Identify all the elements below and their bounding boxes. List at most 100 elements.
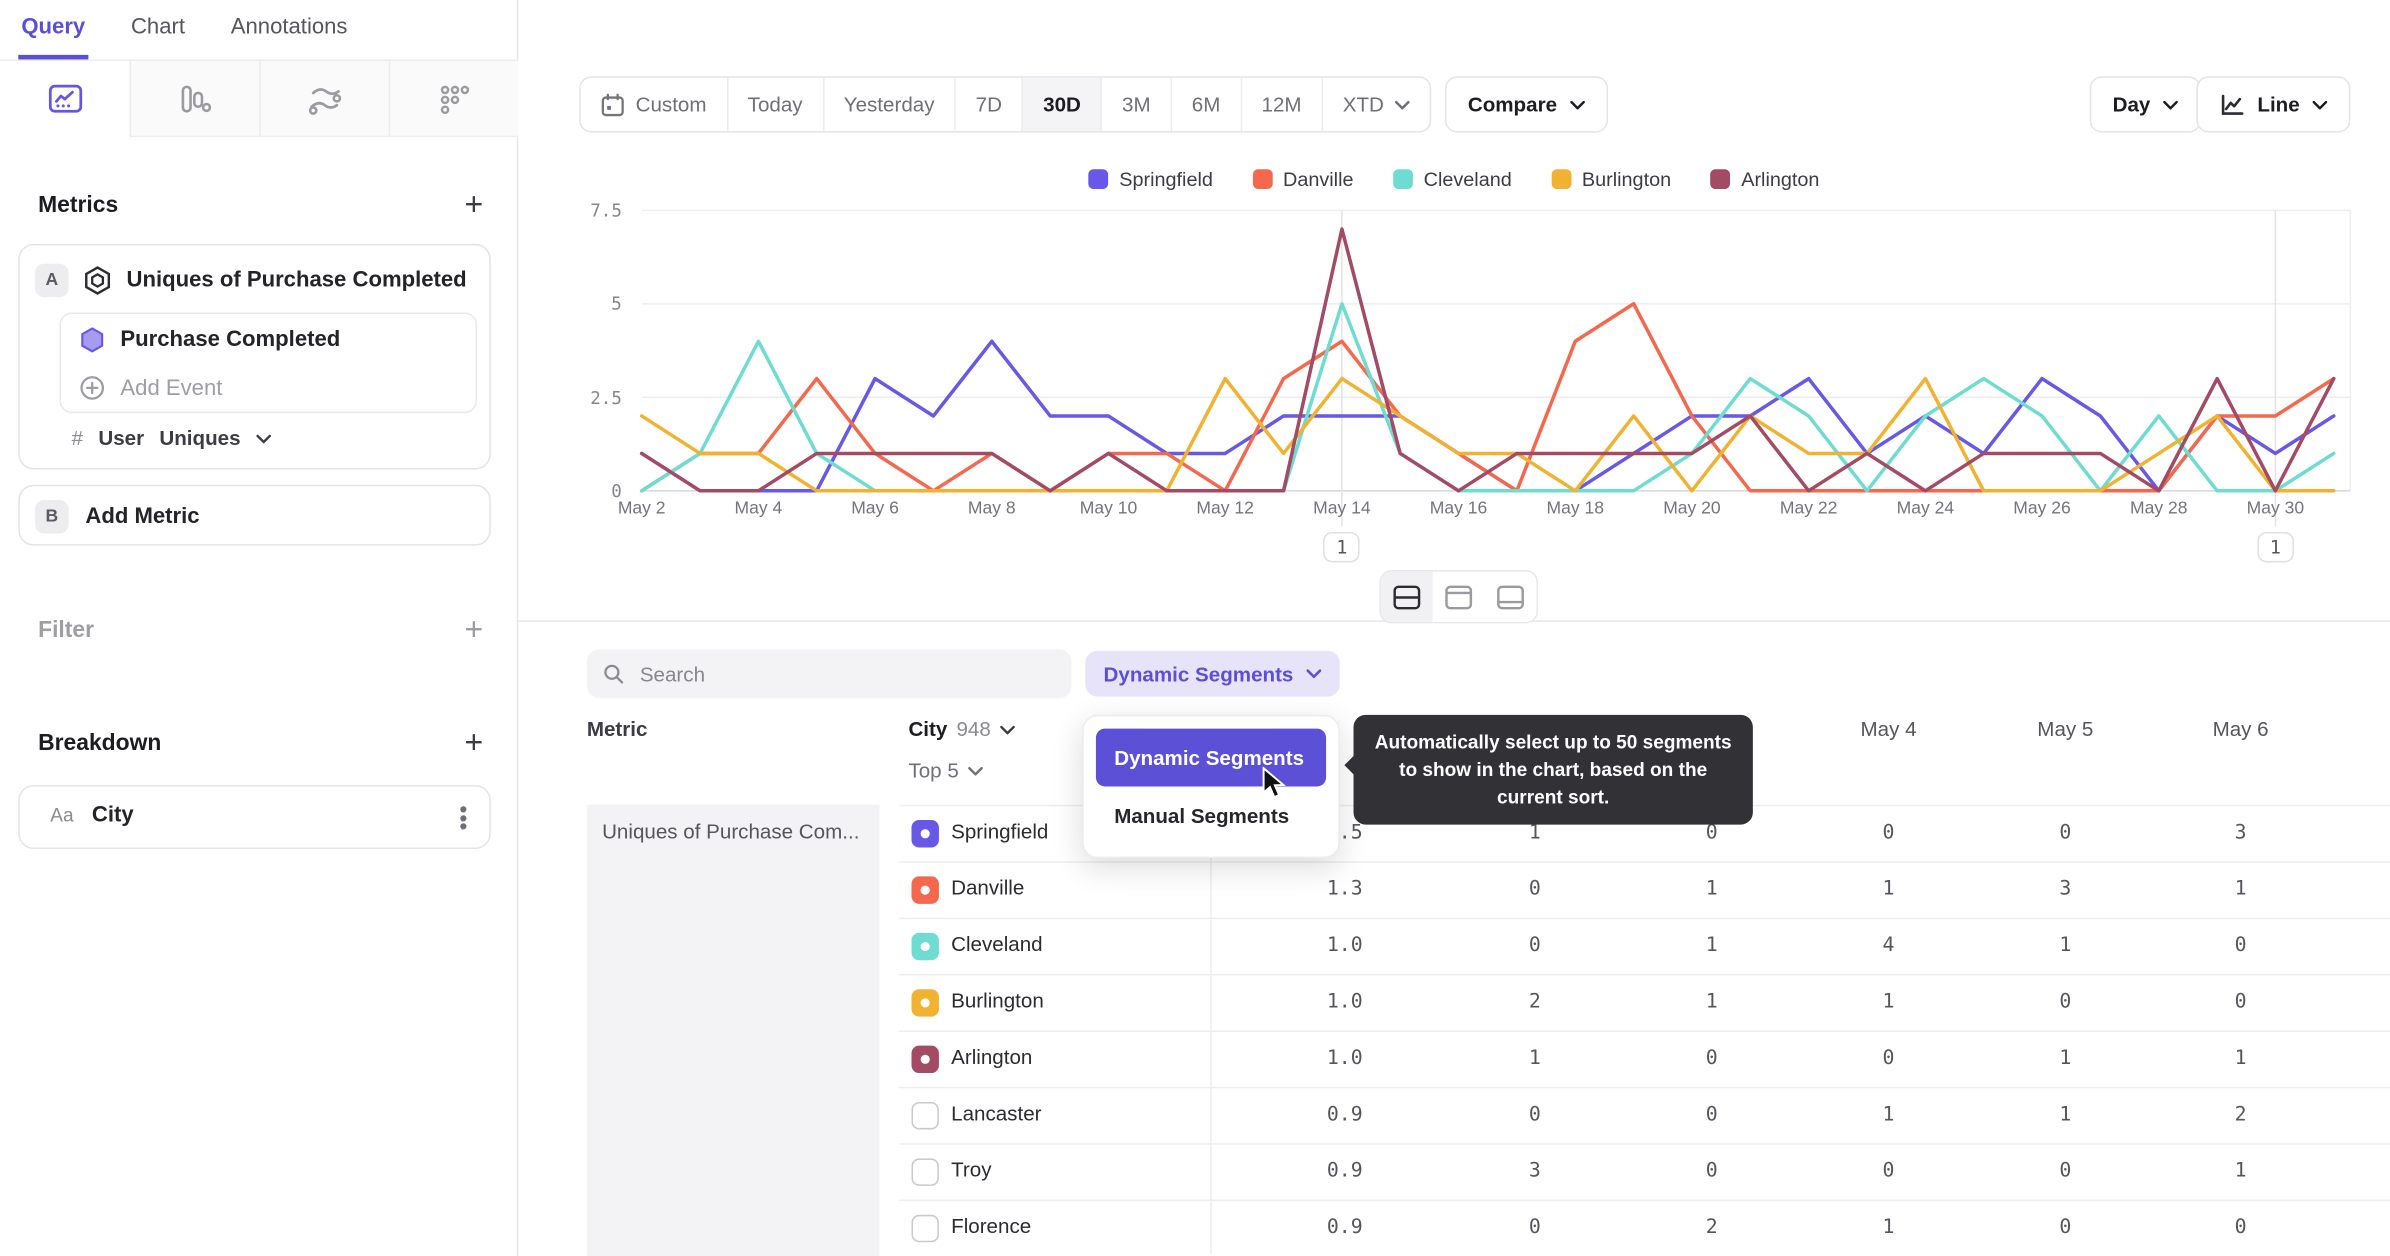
legend-label: Arlington — [1741, 167, 1820, 191]
cell-value: 3 — [2059, 877, 2072, 901]
kebab-menu-icon[interactable]: • • • — [453, 799, 474, 839]
cell-value: 1 — [1882, 990, 1895, 1014]
cell-value: 1 — [2059, 934, 2072, 958]
segment-checkbox-checked[interactable] — [911, 820, 939, 848]
metric-card-a[interactable]: A Uniques of Purchase Completed Purchase… — [18, 243, 491, 470]
metric-b-badge: B — [35, 499, 69, 534]
search-input[interactable] — [636, 660, 1057, 687]
segment-table-rows: Springfield 1.5 1 0 0 0 3 Danville 1.3 0 1 1 3 1 Cleve… — [899, 804, 2390, 1256]
date-range-12m[interactable]: 12M — [1242, 77, 1323, 132]
cell-value: 1 — [2234, 1159, 2247, 1183]
breakdown-card-city[interactable]: Aa City • • • — [18, 784, 491, 849]
legend-label: Danville — [1283, 167, 1354, 191]
table-row-lancaster: Lancaster 0.9 0 0 1 1 2 — [899, 1088, 2390, 1145]
date-range-7d[interactable]: 7D — [956, 77, 1024, 132]
city-header-name: City — [908, 717, 948, 741]
event-card: Purchase Completed Add Event — [59, 312, 478, 414]
metric-card-b[interactable]: B Add Metric — [18, 484, 491, 546]
chart-type-flow-tab[interactable] — [259, 60, 389, 138]
segment-checkbox-checked[interactable] — [911, 876, 939, 904]
measure-row[interactable]: # User Uniques — [72, 427, 271, 450]
cell-value: 0 — [2234, 1216, 2247, 1240]
legend-item-burlington[interactable]: Burlington — [1551, 168, 1671, 191]
date-range-today[interactable]: Today — [728, 77, 824, 132]
annotation-badge[interactable]: 1 — [1323, 531, 1361, 563]
chart-style-label: Line — [2257, 92, 2300, 116]
menu-item-manual-segments[interactable]: Manual Segments — [1096, 787, 1326, 845]
legend-item-cleveland[interactable]: Cleveland — [1393, 168, 1512, 191]
cell-value: 1 — [1705, 990, 1718, 1014]
date-range-yesterday[interactable]: Yesterday — [824, 77, 956, 132]
cell-value: 1 — [1528, 1047, 1541, 1071]
series-arlington — [639, 227, 2336, 493]
chart-style-button[interactable]: Line — [2196, 76, 2351, 133]
bottom-bar-view-icon — [1497, 584, 1524, 609]
chart-type-line-tab[interactable] — [0, 60, 130, 138]
compare-button[interactable]: Compare — [1444, 76, 1608, 133]
add-event-row[interactable]: Add Event — [79, 375, 222, 401]
segment-checkbox-unchecked[interactable] — [911, 1214, 939, 1243]
layout-split-button[interactable] — [1380, 571, 1433, 622]
granularity-button[interactable]: Day — [2089, 76, 2201, 133]
add-metric-label: Add Metric — [85, 504, 200, 529]
table-row-florence: Florence 0.9 0 2 1 0 0 — [899, 1201, 2390, 1256]
search-icon — [604, 664, 624, 684]
annotation-badge[interactable]: 1 — [2257, 531, 2294, 563]
cell-value: 0 — [1705, 1103, 1718, 1127]
date-range-6m[interactable]: 6M — [1172, 77, 1242, 132]
y-tick-label: 5 — [611, 293, 622, 315]
x-tick-label: May 24 — [1896, 499, 1955, 519]
bar-chart-icon — [181, 84, 212, 112]
segment-checkbox-checked[interactable] — [911, 932, 939, 961]
granularity-label: Day — [2112, 92, 2151, 116]
segment-mode-button[interactable]: Dynamic Segments — [1085, 650, 1340, 697]
segment-checkbox-checked[interactable] — [911, 1045, 939, 1074]
add-filter-button[interactable]: + — [464, 614, 483, 646]
cell-value: 1 — [1882, 1216, 1895, 1240]
cell-value: 0 — [1528, 1216, 1541, 1240]
x-tick-label: May 6 — [851, 499, 899, 519]
layout-chart-button[interactable] — [1432, 571, 1485, 622]
chart-type-bar-tab[interactable] — [129, 60, 260, 138]
cell-value: 0 — [1882, 1047, 1895, 1071]
cell-value: 0 — [1705, 1047, 1718, 1071]
segment-average-value: 0.9 — [1326, 1159, 1363, 1183]
legend-swatch — [1088, 169, 1109, 190]
app: Query Chart Annotations Metrics + A Uniq… — [0, 0, 2390, 1256]
add-metric-plus-button[interactable]: + — [464, 189, 483, 221]
legend-item-arlington[interactable]: Arlington — [1710, 167, 1820, 191]
add-breakdown-button[interactable]: + — [464, 727, 483, 759]
breakdown-city-row: Aa City — [50, 803, 133, 827]
table-row-troy: Troy 0.9 3 0 0 0 1 — [899, 1145, 2390, 1202]
city-column-header[interactable]: City 948 — [908, 718, 1015, 741]
cell-value: 0 — [2234, 990, 2247, 1014]
menu-item-dynamic-segments[interactable]: Dynamic Segments — [1095, 728, 1327, 787]
segment-checkbox-unchecked[interactable] — [911, 1158, 939, 1186]
date-range-xtd[interactable]: XTD — [1323, 78, 1430, 131]
top5-selector[interactable]: Top 5 — [908, 759, 983, 782]
flow-icon — [308, 87, 342, 115]
tab-chart[interactable]: Chart — [128, 0, 188, 59]
cell-value: 0 — [1528, 1103, 1541, 1127]
legend-label: Cleveland — [1423, 167, 1512, 191]
circle-plus-icon — [80, 376, 105, 400]
date-range-custom[interactable]: Custom — [581, 77, 728, 132]
legend-swatch — [1710, 169, 1731, 190]
tab-annotations[interactable]: Annotations — [228, 0, 351, 59]
layout-table-button[interactable] — [1484, 571, 1537, 622]
segment-name: Troy — [951, 1158, 992, 1182]
chart-type-dots-tab[interactable] — [388, 60, 519, 138]
calendar-icon — [601, 92, 624, 116]
event-row[interactable]: Purchase Completed — [79, 326, 340, 353]
segment-checkbox-unchecked[interactable] — [911, 1102, 939, 1130]
legend-item-springfield[interactable]: Springfield — [1088, 168, 1213, 191]
metric-a-row: A Uniques of Purchase Completed — [35, 263, 467, 298]
legend-swatch — [1393, 169, 1413, 190]
segment-name: Arlington — [951, 1045, 1033, 1069]
segment-checkbox-checked[interactable] — [911, 989, 939, 1017]
legend-item-danville[interactable]: Danville — [1252, 167, 1354, 191]
layout-toggle-group — [1379, 570, 1538, 624]
date-range-3m[interactable]: 3M — [1102, 77, 1172, 132]
date-range-30d[interactable]: 30D — [1023, 77, 1103, 132]
tab-query[interactable]: Query — [18, 0, 89, 60]
